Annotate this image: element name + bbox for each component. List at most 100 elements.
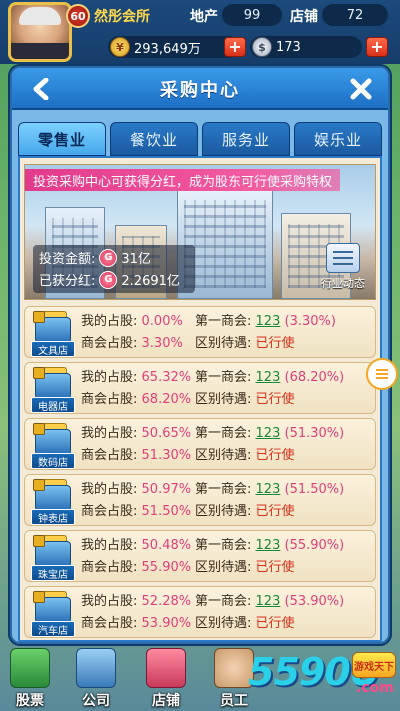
shop-icon [146,648,186,688]
chamber-share-label: 商会占股: [81,448,138,463]
my-share-label: 我的占股: [81,482,138,497]
car-shop-icon: 汽车店 [31,591,75,637]
chamber-share-label: 商会占股: [81,392,138,407]
chamber-column: 第一商会: 123 (51.30%) 区别待遇: 已行使 [195,423,344,467]
digital-shop-icon: 数码店 [31,423,75,469]
tab-catering[interactable]: 餐饮业 [110,122,198,156]
treatment-status: 已行使 [255,560,295,575]
money-value: 293,649万 [134,41,201,57]
player-avatar[interactable] [8,2,72,62]
side-menu-handle[interactable] [366,358,398,390]
nav-stocks-label: 股票 [16,693,44,709]
chamber-share-value: 3.30% [141,336,183,351]
add-money-button[interactable]: + [224,37,246,57]
my-share-label: 我的占股: [81,538,138,553]
first-chamber-pct: (53.90%) [284,594,345,609]
silver-icon: $ [252,37,272,57]
stocks-icon [10,648,50,688]
shop-row[interactable]: 汽车店 我的占股: 52.28% 商会占股: 53.90% 第一商会: 123 … [24,586,376,638]
chamber-column: 第一商会: 123 (53.90%) 区别待遇: 已行使 [195,591,344,635]
treatment-label: 区别待遇: [195,448,252,463]
share-column: 我的占股: 65.32% 商会占股: 68.20% [81,367,191,411]
nav-company[interactable]: 公司 [66,646,126,711]
my-share-value: 50.65% [141,426,192,441]
tab-retail[interactable]: 零售业 [18,122,106,156]
investment-row: 投资金额: G 31亿 [39,248,151,267]
first-chamber-pct: (51.30%) [284,426,345,441]
shop-name: 汽车店 [31,621,75,637]
treatment-status: 已行使 [255,448,295,463]
first-chamber-label: 第一商会: [195,370,252,385]
chamber-share-label: 商会占股: [81,336,138,351]
silver-value: 173 [276,39,301,55]
gold-currency-icon: G [99,248,118,267]
tab-entertainment[interactable]: 娱乐业 [294,122,382,156]
first-chamber-link[interactable]: 123 [256,482,281,497]
dividend-row: 已获分红: G 2.2691亿 [39,270,180,289]
first-chamber-link[interactable]: 123 [256,370,281,385]
my-share-value: 52.28% [141,594,192,609]
add-silver-button[interactable]: + [366,37,388,57]
share-column: 我的占股: 52.28% 商会占股: 53.90% [81,591,191,635]
chamber-share-value: 51.50% [141,504,192,519]
first-chamber-link[interactable]: 123 [256,538,281,553]
stat-value-shops: 72 [322,4,388,26]
chamber-share-label: 商会占股: [81,560,138,575]
purchase-center-modal: 采购中心 零售业 餐饮业 服务业 娱乐业 投资采购中心可获得分红，成为股东可行使… [10,66,390,644]
player-name: 然彤会所 [94,9,150,25]
my-share-value: 0.00% [141,314,183,329]
treatment-status: 已行使 [255,336,295,351]
share-column: 我的占股: 50.97% 商会占股: 51.50% [81,479,191,523]
industry-news-button[interactable]: 行业动态 [315,243,371,295]
chamber-share-value: 55.90% [141,560,192,575]
shop-row[interactable]: 文具店 我的占股: 0.00% 商会占股: 3.30% 第一商会: 123 (3… [24,306,376,358]
badge-icon [33,367,45,379]
chamber-column: 第一商会: 123 (51.50%) 区别待遇: 已行使 [195,479,344,523]
badge-icon [33,591,45,603]
first-chamber-pct: (68.20%) [284,370,345,385]
tab-service[interactable]: 服务业 [202,122,290,156]
promo-text: 投资采购中心可获得分红，成为股东可行使采购特权 [25,169,341,191]
treatment-label: 区别待遇: [195,392,252,407]
newspaper-icon [326,243,360,273]
watermark-suffix: .com [356,680,394,696]
my-share-label: 我的占股: [81,594,138,609]
my-share-label: 我的占股: [81,426,138,441]
first-chamber-label: 第一商会: [195,538,252,553]
nav-company-label: 公司 [82,693,110,709]
silver-display: $ 173 [250,36,362,58]
nav-stocks[interactable]: 股票 [0,646,60,711]
shop-row[interactable]: 钟表店 我的占股: 50.97% 商会占股: 51.50% 第一商会: 123 … [24,474,376,526]
chamber-share-label: 商会占股: [81,504,138,519]
tab-content-panel: 投资采购中心可获得分红，成为股东可行使采购特权 投资金额: G 31亿 已获分红… [18,156,382,642]
chamber-column: 第一商会: 123 (3.30%) 区别待遇: 已行使 [195,311,336,355]
first-chamber-label: 第一商会: [195,314,252,329]
shop-name: 数码店 [31,453,75,469]
modal-header: 采购中心 [12,68,388,110]
treatment-label: 区别待遇: [195,560,252,575]
watch-shop-icon: 钟表店 [31,479,75,525]
first-chamber-label: 第一商会: [195,482,252,497]
avatar-suit [11,43,69,59]
first-chamber-link[interactable]: 123 [256,594,281,609]
share-column: 我的占股: 50.48% 商会占股: 55.90% [81,535,191,579]
shop-row[interactable]: 数码店 我的占股: 50.65% 商会占股: 51.30% 第一商会: 123 … [24,418,376,470]
my-share-label: 我的占股: [81,314,138,329]
badge-icon [33,535,45,547]
menu-lines-icon [376,373,388,375]
treatment-label: 区别待遇: [195,504,252,519]
shop-name: 电器店 [31,397,75,413]
first-chamber-pct: (51.50%) [284,482,345,497]
treatment-status: 已行使 [255,616,295,631]
chamber-column: 第一商会: 123 (55.90%) 区别待遇: 已行使 [195,535,344,579]
close-button[interactable] [346,74,376,104]
shop-row[interactable]: 电器店 我的占股: 65.32% 商会占股: 68.20% 第一商会: 123 … [24,362,376,414]
chamber-share-label: 商会占股: [81,616,138,631]
share-column: 我的占股: 0.00% 商会占股: 3.30% [81,311,183,355]
first-chamber-link[interactable]: 123 [256,314,281,329]
nav-shop[interactable]: 店铺 [136,646,196,711]
first-chamber-link[interactable]: 123 [256,426,281,441]
shop-row[interactable]: 珠宝店 我的占股: 50.48% 商会占股: 55.90% 第一商会: 123 … [24,530,376,582]
my-share-value: 65.32% [141,370,192,385]
shop-name: 钟表店 [31,509,75,525]
